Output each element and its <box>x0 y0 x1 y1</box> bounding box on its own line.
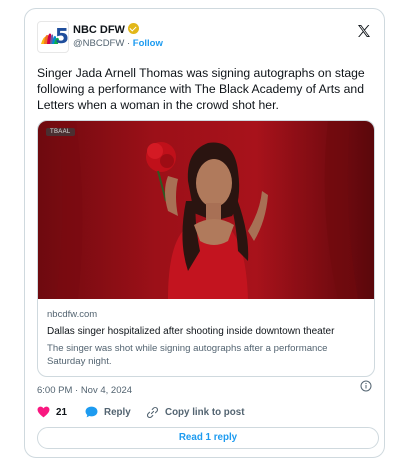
author-name-row[interactable]: NBC DFW <box>73 23 139 36</box>
link-preview-meta: nbcdfw.com Dallas singer hospitalized af… <box>47 309 367 368</box>
reply-action[interactable]: Reply <box>85 406 131 418</box>
copy-link-label[interactable]: Copy link to post <box>165 407 244 418</box>
photo-credit-tag: TBAAL <box>46 128 75 136</box>
reply-label[interactable]: Reply <box>104 407 131 418</box>
post-text: Singer Jada Arnell Thomas was signing au… <box>37 66 365 112</box>
author-handle[interactable]: @NBCDFW <box>73 38 124 49</box>
link-preview-card[interactable]: TBAAL nbcdfw.com Dallas singer hospitali… <box>37 120 375 377</box>
copy-link-action[interactable]: Copy link to post <box>146 406 244 419</box>
author-name[interactable]: NBC DFW <box>73 24 125 36</box>
author-handle-row: @NBCDFW · Follow <box>73 38 163 49</box>
reply-bubble-icon[interactable] <box>85 406 98 418</box>
x-logo-icon[interactable] <box>356 23 372 39</box>
link-title[interactable]: Dallas singer hospitalized after shootin… <box>47 326 367 337</box>
link-domain: nbcdfw.com <box>47 309 98 320</box>
link-icon[interactable] <box>146 406 159 419</box>
embedded-post-card: 5 NBC DFW @NBCDFW · Follow Singer Jada A… <box>24 8 385 458</box>
post-timestamp[interactable]: 6:00 PM · Nov 4, 2024 <box>37 385 132 396</box>
heart-icon[interactable] <box>37 406 50 418</box>
verified-badge-icon <box>127 23 139 34</box>
svg-text:5: 5 <box>55 24 68 48</box>
info-icon[interactable] <box>360 380 372 392</box>
like-count: 21 <box>56 406 67 418</box>
read-replies-button[interactable]: Read 1 reply <box>37 427 379 449</box>
action-bar: 21 Reply Copy link to post <box>37 406 372 422</box>
post-header: 5 NBC DFW @NBCDFW · Follow <box>37 21 372 57</box>
timestamp-row: 6:00 PM · Nov 4, 2024 <box>37 380 372 396</box>
nbc5-logo-avatar[interactable]: 5 <box>37 21 69 53</box>
link-description: The singer was shot while signing autogr… <box>47 343 328 367</box>
separator-dot: · <box>126 38 131 49</box>
like-action[interactable]: 21 <box>37 406 67 418</box>
follow-button[interactable]: Follow <box>133 38 163 49</box>
article-photo[interactable] <box>38 121 374 299</box>
